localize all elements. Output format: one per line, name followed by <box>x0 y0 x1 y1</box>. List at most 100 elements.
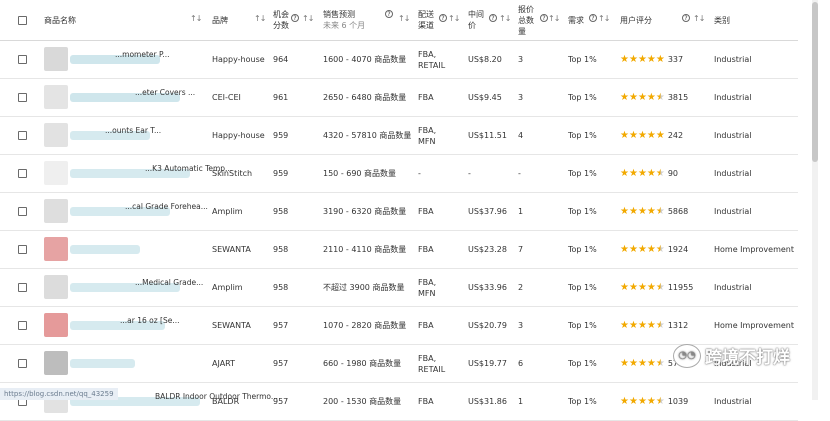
star-icon: ★ <box>637 206 647 217</box>
product-thumbnail[interactable] <box>44 199 68 223</box>
table-row[interactable]: SEWANTA 958 2110 - 4110 商品数量 FBA US$23.2… <box>0 231 798 269</box>
header-opportunity-label: 机会分数 <box>273 10 289 30</box>
star-icon: ★ <box>628 244 638 255</box>
star-icon: ★ <box>655 282 665 293</box>
review-count: 3815 <box>667 93 689 102</box>
table-row[interactable]: BALDR Indoor Outdoor Thermo... BALDR 957… <box>0 383 798 421</box>
star-icon: ★ <box>620 92 629 103</box>
star-rating: ★★★★★ <box>620 320 665 331</box>
category-cell: Industrial <box>714 131 752 140</box>
star-icon: ★ <box>637 320 647 331</box>
product-name[interactable]: ...eter Covers ... <box>135 88 195 97</box>
star-icon: ★ <box>628 396 638 407</box>
star-icon: ★ <box>620 320 629 331</box>
table-row[interactable]: ...K3 Automatic Temp... SkinStitch 959 1… <box>0 155 798 193</box>
review-count: 1312 <box>667 321 689 330</box>
star-icon: ★ <box>637 92 647 103</box>
offers-cell: 3 <box>518 93 524 102</box>
row-checkbox[interactable] <box>18 207 27 216</box>
star-rating: ★★★★★ <box>620 54 665 65</box>
score-cell: 957 <box>273 321 289 330</box>
product-thumbnail[interactable] <box>44 351 68 375</box>
product-thumbnail[interactable] <box>44 123 68 147</box>
product-thumbnail[interactable] <box>44 47 68 71</box>
fulfillment-cell: FBA <box>418 207 434 216</box>
review-count: 337 <box>667 55 684 64</box>
score-cell: 961 <box>273 93 289 102</box>
star-icon: ★ <box>628 282 638 293</box>
star-rating: ★★★★★ <box>620 358 665 369</box>
select-all-checkbox[interactable] <box>18 15 27 25</box>
help-rating-icon[interactable]: ? <box>682 14 690 22</box>
help-offers-icon[interactable]: ? <box>540 14 548 22</box>
offers-cell: 2 <box>518 283 524 292</box>
help-demand-icon[interactable]: ? <box>589 14 597 22</box>
row-checkbox[interactable] <box>18 283 27 292</box>
row-checkbox[interactable] <box>18 321 27 330</box>
fulfillment-cell: FBA, RETAIL <box>418 353 446 374</box>
fulfillment-cell: - <box>418 169 421 178</box>
product-thumbnail[interactable] <box>44 313 68 337</box>
star-rating: ★★★★★ <box>620 130 665 141</box>
star-icon: ★ <box>620 396 629 407</box>
header-brand: 品牌 <box>212 15 228 25</box>
row-checkbox[interactable] <box>18 169 27 178</box>
row-checkbox[interactable] <box>18 55 27 64</box>
row-checkbox[interactable] <box>18 131 27 140</box>
score-cell: 957 <box>273 359 289 368</box>
score-cell: 958 <box>273 245 289 254</box>
sort-rating-icon[interactable]: ↑↓ <box>693 14 705 23</box>
score-cell: 958 <box>273 207 289 216</box>
sort-forecast-icon[interactable]: ↑↓ <box>398 14 410 23</box>
help-fulfillment-icon[interactable]: ? <box>439 14 447 22</box>
sort-brand-icon[interactable]: ↑↓ <box>254 14 266 23</box>
scrollbar-thumb[interactable] <box>812 2 818 162</box>
sort-opportunity-icon[interactable]: ↑↓ <box>302 14 314 23</box>
product-thumbnail[interactable] <box>44 275 68 299</box>
product-name[interactable]: ...cal Grade Forehea... <box>125 202 208 211</box>
header-forecast: 销售预测 未来 6 个月 <box>323 0 365 40</box>
category-cell: Industrial <box>714 169 752 178</box>
table-row[interactable]: ...Medical Grade... Amplim 958 不超过 3900 … <box>0 269 798 307</box>
help-forecast-icon[interactable]: ? <box>385 10 393 18</box>
demand-cell: Top 1% <box>568 169 597 178</box>
star-icon: ★ <box>655 54 665 65</box>
review-count: 11955 <box>667 283 694 292</box>
help-opportunity-icon[interactable]: ? <box>291 14 299 22</box>
product-thumbnail[interactable] <box>44 237 68 261</box>
category-cell: Industrial <box>714 397 752 406</box>
price-cell: US$20.79 <box>468 321 507 330</box>
score-cell: 957 <box>273 397 289 406</box>
demand-cell: Top 1% <box>568 55 597 64</box>
row-checkbox[interactable] <box>18 93 27 102</box>
row-checkbox[interactable] <box>18 245 27 254</box>
review-count: 242 <box>667 131 684 140</box>
row-checkbox[interactable] <box>18 359 27 368</box>
product-thumbnail[interactable] <box>44 85 68 109</box>
star-icon: ★ <box>646 244 656 255</box>
rating-cell: ★★★★★ 242 <box>620 117 683 154</box>
star-icon: ★ <box>646 92 656 103</box>
star-icon: ★ <box>620 282 629 293</box>
table-row[interactable]: ...ounts Ear T... Happy-house 959 4320 -… <box>0 117 798 155</box>
product-name[interactable]: ...ar 16 oz [Se... <box>120 316 180 325</box>
star-rating: ★★★★★ <box>620 168 665 179</box>
help-price-icon[interactable]: ? <box>489 14 497 22</box>
header-price: 中间价 <box>468 10 484 30</box>
offers-cell: 4 <box>518 131 524 140</box>
fulfillment-cell: FBA <box>418 93 434 102</box>
product-name-blur <box>70 245 140 254</box>
table-row[interactable]: ...mometer P... Happy-house 964 1600 - 4… <box>0 41 798 79</box>
table-row[interactable]: ...ar 16 oz [Se... SEWANTA 957 1070 - 28… <box>0 307 798 345</box>
product-name[interactable]: ...ounts Ear T... <box>105 126 161 135</box>
sort-offers-icon[interactable]: ↑↓ <box>548 14 560 23</box>
product-name[interactable]: ...Medical Grade... <box>135 278 203 287</box>
sort-price-icon[interactable]: ↑↓ <box>499 14 511 23</box>
product-name[interactable]: ...mometer P... <box>115 50 170 59</box>
table-row[interactable]: ...cal Grade Forehea... Amplim 958 3190 … <box>0 193 798 231</box>
sort-name-icon[interactable]: ↑↓ <box>190 14 202 23</box>
sort-fulfillment-icon[interactable]: ↑↓ <box>448 14 460 23</box>
sort-demand-icon[interactable]: ↑↓ <box>598 14 610 23</box>
table-row[interactable]: ...eter Covers ... CEI-CEI 961 2650 - 64… <box>0 79 798 117</box>
product-thumbnail[interactable] <box>44 161 68 185</box>
